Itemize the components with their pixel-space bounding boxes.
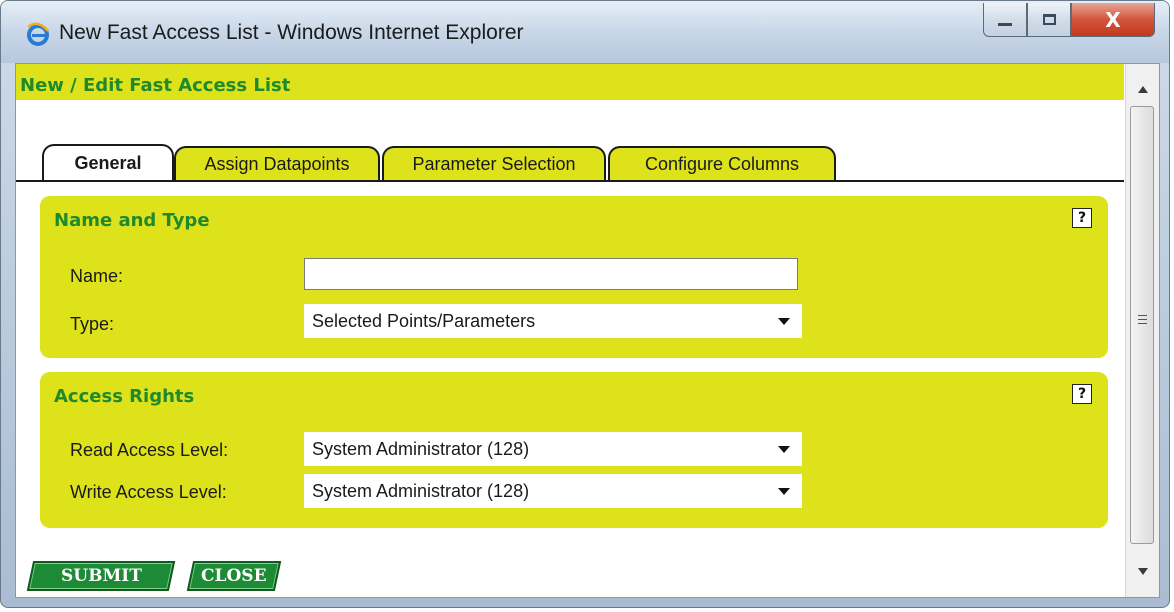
close-button[interactable]: CLOSE [186,561,282,591]
browser-window: New Fast Access List - Windows Internet … [0,0,1170,608]
access-rights-panel: Access Rights ? Read Access Level: Syste… [40,372,1108,528]
name-label: Name: [70,266,124,286]
window-controls: X [983,3,1155,39]
page-content: New / Edit Fast Access List General Assi… [15,63,1160,598]
tab-strip: General Assign Datapoints Parameter Sele… [16,144,1124,182]
tab-baseline [16,180,1124,182]
header-bar: New / Edit Fast Access List [16,64,1124,100]
minimize-button[interactable] [983,3,1027,37]
write-access-select[interactable]: System Administrator (128) [304,474,802,508]
help-icon[interactable]: ? [1072,384,1092,404]
section-title: Access Rights [54,386,195,407]
submit-button-label: SUBMIT [60,566,142,586]
read-access-select[interactable]: System Administrator (128) [304,432,802,466]
page-title: New / Edit Fast Access List [20,75,291,96]
scroll-thumb[interactable] [1130,106,1154,544]
write-access-label: Write Access Level: [70,482,227,502]
type-select-value: Selected Points/Parameters [312,311,536,331]
scroll-up-icon[interactable] [1138,86,1148,93]
write-access-value: System Administrator (128) [312,481,530,501]
close-button-label: CLOSE [201,566,267,586]
chevron-down-icon [778,488,790,495]
grip-line [1138,323,1147,324]
grip-line [1138,319,1147,320]
tab-assign-datapoints[interactable]: Assign Datapoints [174,146,380,180]
close-window-button[interactable]: X [1071,3,1155,37]
maximize-button[interactable] [1027,3,1071,37]
submit-button[interactable]: SUBMIT [26,561,176,591]
close-icon: X [1105,7,1121,32]
grip-line [1138,315,1147,316]
ie-logo-icon [27,22,49,46]
scroll-down-icon[interactable] [1138,568,1148,575]
type-select[interactable]: Selected Points/Parameters [304,304,802,338]
maximize-icon [1042,14,1056,25]
read-access-label: Read Access Level: [70,440,229,460]
vertical-scrollbar[interactable] [1125,64,1159,597]
chevron-down-icon [778,446,790,453]
window-title: New Fast Access List - Windows Internet … [59,21,524,44]
title-bar: New Fast Access List - Windows Internet … [1,1,1169,63]
help-icon[interactable]: ? [1072,208,1092,228]
name-input[interactable] [304,258,798,290]
tab-parameter-selection[interactable]: Parameter Selection [382,146,606,180]
chevron-down-icon [778,318,790,325]
tab-configure-columns[interactable]: Configure Columns [608,146,836,180]
type-label: Type: [70,314,115,334]
minimize-icon [998,23,1012,26]
tab-general[interactable]: General [42,144,174,180]
name-and-type-panel: Name and Type ? Name: Type: Selected Poi… [40,196,1108,358]
read-access-value: System Administrator (128) [312,439,530,459]
section-title: Name and Type [54,210,210,231]
